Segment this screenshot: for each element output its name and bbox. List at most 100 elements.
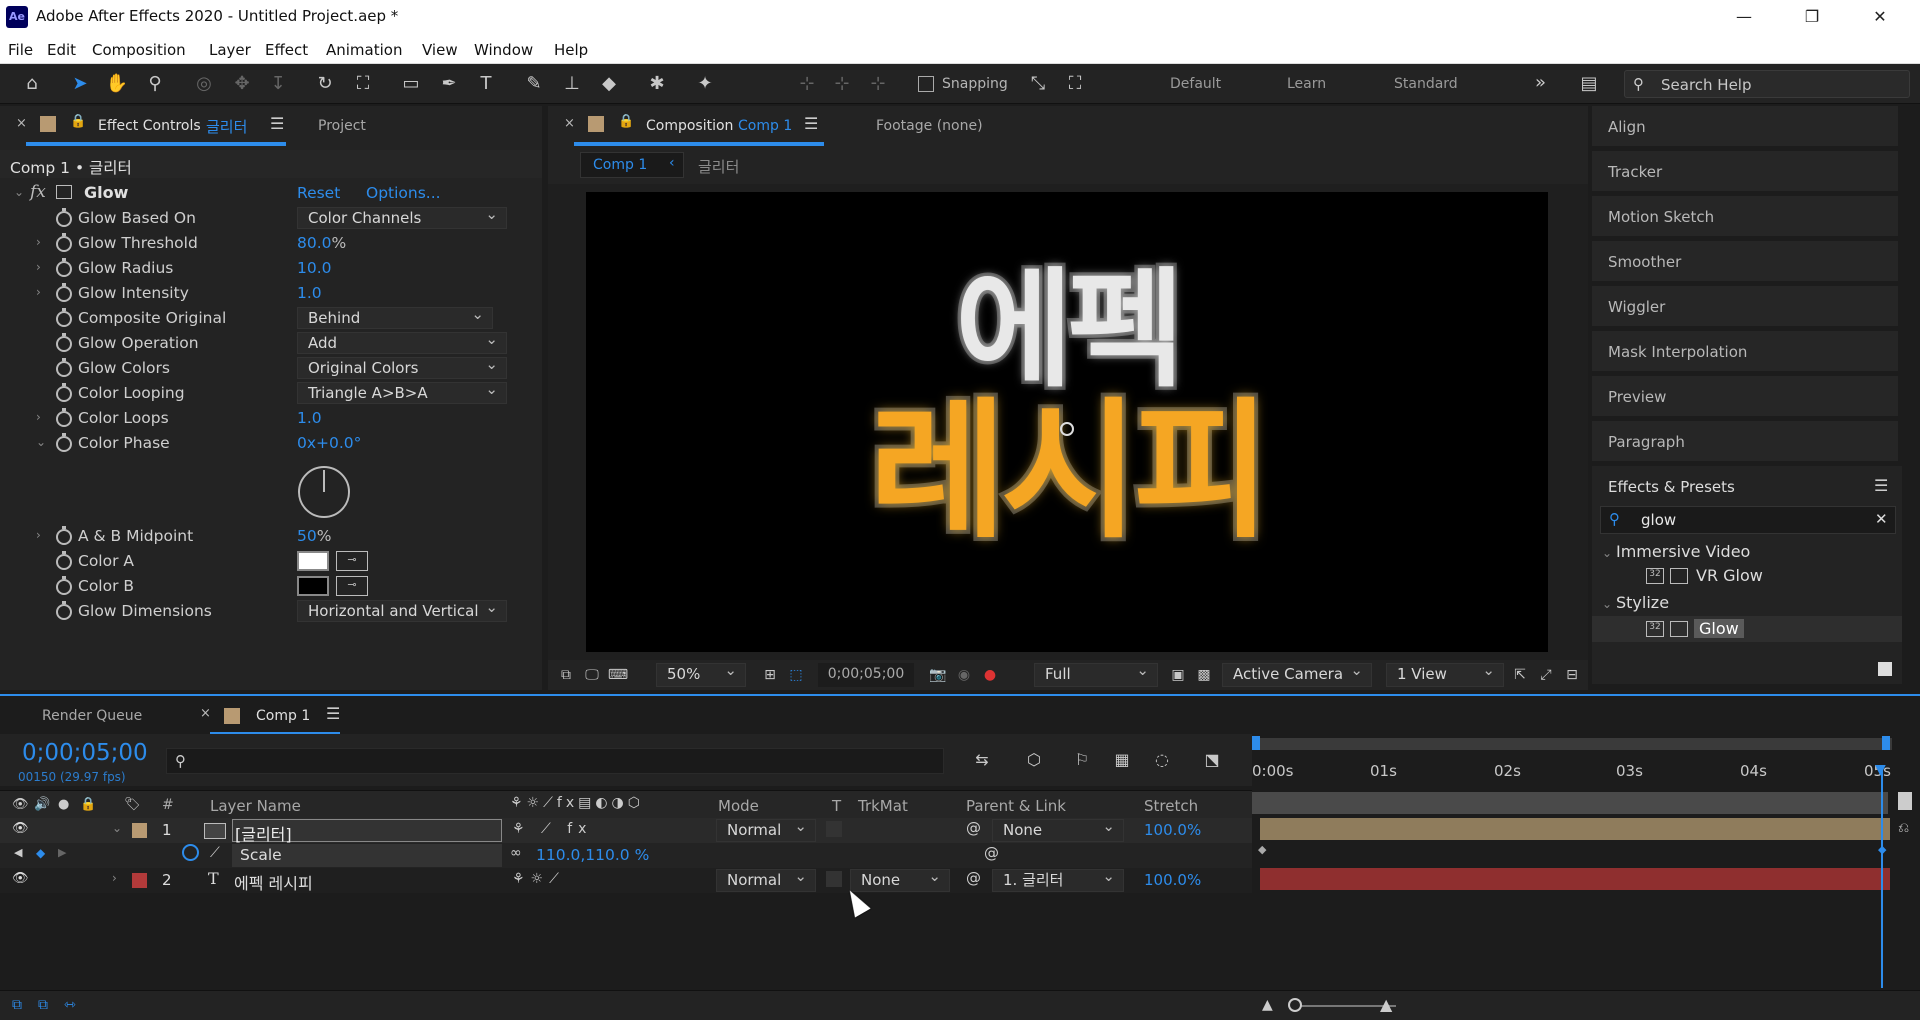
value-number[interactable]: 80.0	[297, 234, 332, 252]
tab-timeline-comp[interactable]: Comp 1	[256, 708, 310, 724]
stretch-value[interactable]: 100.0%	[1144, 821, 1201, 839]
stretch-value[interactable]: 100.0%	[1144, 871, 1201, 889]
world-axis-icon[interactable]: ⊹	[830, 72, 854, 96]
draft-3d-icon[interactable]: ⬡	[1022, 748, 1046, 772]
transparency-grid-icon[interactable]: ▩	[1192, 663, 1216, 687]
snap-features-icon[interactable]: ⛶	[1063, 72, 1087, 96]
menu-edit[interactable]: Edit	[47, 41, 76, 59]
snapping-checkbox[interactable]	[918, 76, 934, 92]
workspace-standard[interactable]: Standard	[1394, 76, 1458, 92]
layer-label-color[interactable]	[132, 873, 147, 888]
restore-icon[interactable]: ❐	[1784, 0, 1840, 36]
stopwatch-icon[interactable]	[56, 258, 72, 277]
snapshot-camera-icon[interactable]: 📷	[926, 663, 950, 687]
hand-tool-icon[interactable]: ✋	[105, 72, 129, 96]
next-keyframe-icon[interactable]: ▶	[58, 846, 66, 859]
expand-arrow-icon[interactable]: ›	[36, 410, 41, 424]
lock-icon[interactable]: 🔒	[618, 114, 634, 129]
options-button[interactable]: Options...	[366, 184, 441, 202]
composition-mini-flowchart-icon[interactable]: ⇆	[970, 748, 994, 772]
effects-search-input[interactable]: ⚲ glow ✕	[1600, 506, 1896, 534]
zoom-out-icon[interactable]: ▲	[1262, 997, 1273, 1013]
pan-camera-icon[interactable]: ✥	[230, 72, 254, 96]
fx-icon[interactable]: fx	[30, 182, 46, 202]
current-time-indicator[interactable]	[1881, 768, 1883, 988]
work-area-end-handle[interactable]	[1882, 736, 1890, 750]
view-axis-icon[interactable]: ⊹	[866, 72, 890, 96]
layer-mode-dropdown[interactable]: Normal	[716, 866, 816, 892]
tab-footage[interactable]: Footage (none)	[876, 118, 983, 134]
panel-smoother[interactable]: Smoother	[1592, 241, 1898, 283]
close-panel-icon[interactable]: ×	[16, 116, 27, 131]
group-stylize[interactable]: Stylize	[1616, 593, 1669, 612]
menu-view[interactable]: View	[422, 41, 458, 59]
preserve-transparency-toggle[interactable]	[826, 821, 842, 837]
eyedropper-icon[interactable]: ⊸	[336, 551, 368, 571]
orbit-camera-icon[interactable]: ◎	[192, 72, 216, 96]
breadcrumb-comp1[interactable]: Comp 1 ‹	[580, 152, 684, 178]
rotation-tool-icon[interactable]: ↻	[313, 72, 337, 96]
tab-effect-controls-layer[interactable]: 글리터	[206, 116, 247, 137]
local-axis-icon[interactable]: ⊹	[795, 72, 819, 96]
work-area-start-handle[interactable]	[1252, 736, 1260, 750]
panel-motion-sketch[interactable]: Motion Sketch	[1592, 196, 1898, 238]
stopwatch-icon[interactable]	[56, 358, 72, 377]
parent-dropdown[interactable]: 1. 글리터	[992, 866, 1124, 892]
color-phase-dial[interactable]	[298, 466, 350, 518]
brush-tool-icon[interactable]: ✎	[522, 72, 546, 96]
timecode-display[interactable]: 0;00;05;00	[818, 663, 914, 687]
layer-row-1[interactable]: 👁 ⌄ 1 [글리터] ⚘ ⟋ fx Normal @ None 100.0%	[0, 816, 1252, 844]
panel-menu-icon[interactable]: ☰	[270, 114, 284, 133]
dolly-camera-icon[interactable]: ↧	[266, 72, 290, 96]
composition-viewer[interactable]: 에펙 레시피	[548, 184, 1588, 660]
column-layer-name[interactable]: Layer Name	[210, 797, 301, 815]
layer-mode-dropdown[interactable]: Normal	[716, 816, 816, 842]
anchor-point-icon[interactable]	[1060, 422, 1074, 436]
menu-help[interactable]: Help	[554, 41, 588, 59]
layer-label-color[interactable]	[132, 823, 147, 838]
zoom-in-icon[interactable]: ▲	[1380, 995, 1392, 1014]
tab-composition-comp[interactable]: Comp 1	[738, 118, 792, 134]
fast-preview-icon[interactable]: ▣	[1166, 663, 1190, 687]
selected-effect-row[interactable]: 32 Glow	[1592, 616, 1902, 642]
composition-canvas[interactable]: 에펙 레시피	[586, 192, 1548, 652]
layer-2-duration-bar[interactable]	[1260, 868, 1890, 890]
pick-whip-icon[interactable]: @	[966, 869, 981, 887]
puppet-pin-icon[interactable]: ✦	[693, 72, 717, 96]
search-value[interactable]: glow	[1641, 511, 1676, 529]
frame-blending-icon[interactable]: ▦	[1110, 748, 1134, 772]
resolution-dropdown[interactable]: Full	[1034, 660, 1158, 687]
panel-menu-icon[interactable]: ☰	[1874, 476, 1888, 495]
graph-icon[interactable]: ⟋	[210, 845, 220, 861]
stopwatch-icon[interactable]	[56, 551, 72, 570]
view-layout-dropdown[interactable]: 1 View	[1386, 660, 1504, 687]
ab-midpoint-value[interactable]: 50%	[297, 527, 331, 545]
layer-switches[interactable]: ⚘ ⟋ fx	[512, 821, 592, 837]
transfer-controls-toggle-icon[interactable]: ⧉	[38, 997, 48, 1013]
comp-marker-bin-icon[interactable]	[1898, 792, 1912, 810]
stopwatch-icon[interactable]	[56, 233, 72, 252]
close-panel-icon[interactable]: ×	[200, 706, 211, 721]
zoom-tool-icon[interactable]: ⚲	[143, 72, 167, 96]
search-help-box[interactable]: ⚲ Search Help	[1624, 70, 1910, 98]
panel-preview[interactable]: Preview	[1592, 376, 1898, 418]
color-b-swatch[interactable]	[297, 576, 329, 596]
layer-switches-toggle-icon[interactable]: ⧉	[12, 997, 22, 1013]
tab-composition[interactable]: Composition	[646, 118, 733, 134]
layer-row-2[interactable]: 👁 › 2 T 에펙 레시피 ⚘☼⟋ Normal None @ 1. 글리터 …	[0, 866, 1252, 893]
eyedropper-icon[interactable]: ⊸	[336, 576, 368, 596]
tab-effect-controls[interactable]: Effect Controls	[98, 118, 201, 134]
panel-paragraph[interactable]: Paragraph	[1592, 421, 1898, 463]
collapse-arrow-icon[interactable]: ⌄	[36, 435, 46, 449]
expand-arrow-icon[interactable]: ›	[36, 528, 41, 542]
snap-edges-icon[interactable]: ⤡	[1026, 72, 1050, 96]
stopwatch-icon[interactable]	[56, 433, 72, 452]
stopwatch-icon[interactable]	[56, 601, 72, 620]
close-panel-icon[interactable]: ×	[564, 116, 575, 131]
pick-whip-icon[interactable]: @	[966, 819, 981, 837]
panel-wiggler[interactable]: Wiggler	[1592, 286, 1898, 328]
clone-stamp-icon[interactable]: ⊥	[560, 72, 584, 96]
menu-effect[interactable]: Effect	[265, 41, 308, 59]
parent-dropdown[interactable]: None	[992, 816, 1124, 842]
expand-arrow-icon[interactable]: ›	[36, 285, 41, 299]
